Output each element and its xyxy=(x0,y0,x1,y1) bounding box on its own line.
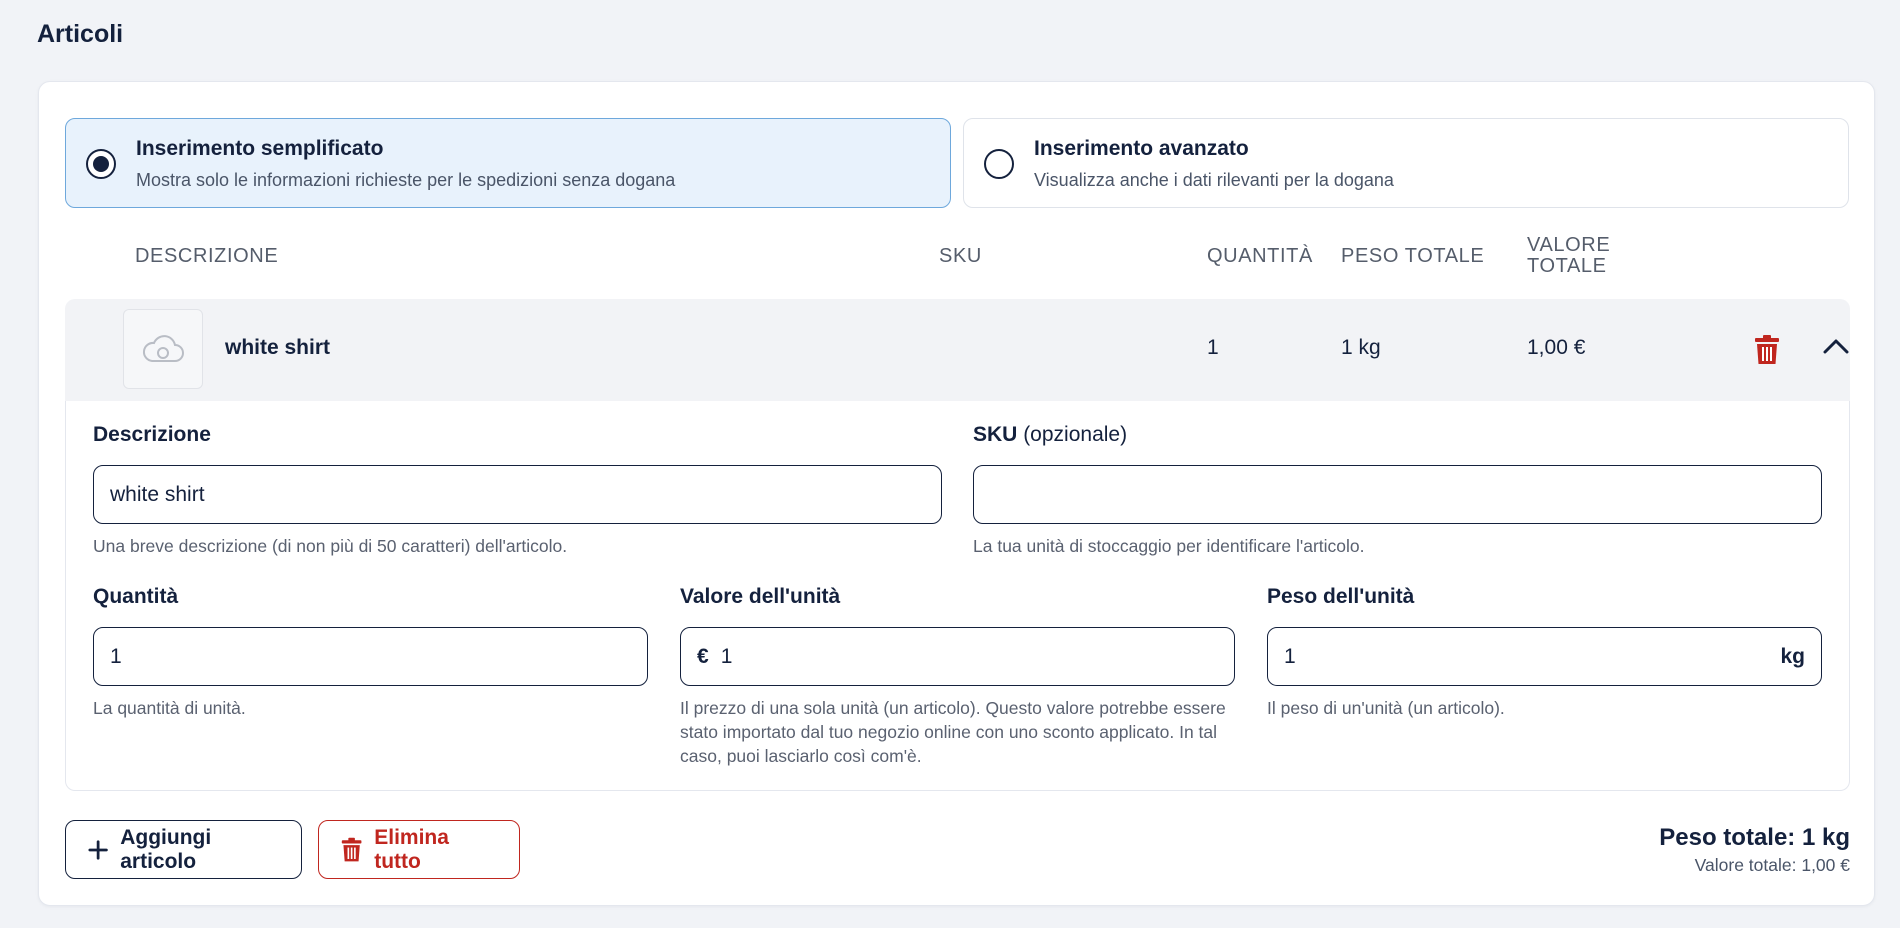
delete-all-label: Elimina tutto xyxy=(374,825,449,873)
quantity-label: Quantità xyxy=(93,585,179,608)
sku-label: SKU (opzionale) xyxy=(973,423,1127,447)
column-header-total-weight: PESO TOTALE xyxy=(1341,245,1485,267)
sku-label-optional: (opzionale) xyxy=(1023,423,1128,446)
euro-prefix: € xyxy=(697,644,709,668)
collapse-item-button[interactable] xyxy=(1823,337,1849,360)
unit-value-input-value: 1 xyxy=(720,644,733,668)
mode-option-simple[interactable]: Inserimento semplificato Mostra solo le … xyxy=(65,118,951,208)
sku-input[interactable] xyxy=(973,465,1822,524)
item-total-value: 1,00 € xyxy=(1527,336,1586,359)
unit-weight-label: Peso dell'unità xyxy=(1267,585,1415,608)
item-quantity: 1 xyxy=(1207,336,1219,359)
radio-simple[interactable] xyxy=(86,149,116,179)
description-label: Descrizione xyxy=(93,423,211,446)
kg-suffix: kg xyxy=(1780,644,1805,668)
unit-weight-help: Il peso di un'unità (un articolo). xyxy=(1267,698,1505,718)
item-row[interactable]: white shirt 1 1 kg 1,00 € xyxy=(65,299,1850,401)
page-title: Articoli xyxy=(37,20,124,48)
mode-simple-description: Mostra solo le informazioni richieste pe… xyxy=(136,170,676,190)
description-input-value: white shirt xyxy=(110,482,205,506)
column-header-quantity: QUANTITÀ xyxy=(1207,245,1313,267)
mode-advanced-title: Inserimento avanzato xyxy=(1034,137,1249,160)
trash-icon xyxy=(341,837,362,861)
articles-card: Inserimento semplificato Mostra solo le … xyxy=(38,81,1875,906)
description-input[interactable]: white shirt xyxy=(93,465,942,524)
unit-value-label: Valore dell'unità xyxy=(680,585,841,608)
add-article-label: Aggiungi articolo xyxy=(120,825,212,873)
description-help: Una breve descrizione (di non più di 50 … xyxy=(93,536,568,556)
delete-all-button[interactable]: Elimina tutto xyxy=(318,820,520,879)
sku-label-text: SKU xyxy=(973,423,1018,446)
mode-option-advanced[interactable]: Inserimento avanzato Visualizza anche i … xyxy=(963,118,1849,208)
plus-icon xyxy=(88,839,108,860)
unit-value-input[interactable]: € 1 xyxy=(680,627,1235,686)
column-header-total-value-line2: TOTALE xyxy=(1527,255,1607,277)
total-weight: Peso totale: 1 kg xyxy=(1659,824,1850,851)
delete-item-button[interactable] xyxy=(1754,335,1780,370)
item-name: white shirt xyxy=(225,336,331,359)
quantity-help: La quantità di unità. xyxy=(93,698,246,718)
quantity-input-value: 1 xyxy=(110,644,122,668)
item-thumbnail xyxy=(123,309,203,389)
quantity-input[interactable]: 1 xyxy=(93,627,648,686)
total-value: Valore totale: 1,00 € xyxy=(1694,855,1850,875)
radio-advanced[interactable] xyxy=(984,149,1014,179)
add-article-button[interactable]: Aggiungi articolo xyxy=(65,820,302,879)
unit-weight-input[interactable]: 1 kg xyxy=(1267,627,1822,686)
column-header-total-value: VALORE TOTALE xyxy=(1527,235,1610,277)
trash-icon xyxy=(1755,335,1779,364)
mode-simple-title: Inserimento semplificato xyxy=(136,137,384,160)
column-header-sku: SKU xyxy=(939,245,982,267)
unit-weight-input-value: 1 xyxy=(1284,644,1296,668)
item-detail-form: Descrizione white shirt Una breve descri… xyxy=(65,401,1850,791)
chevron-up-icon xyxy=(1823,339,1849,354)
mode-advanced-description: Visualizza anche i dati rilevanti per la… xyxy=(1034,170,1394,190)
cloud-image-placeholder-icon xyxy=(143,335,184,362)
sku-help: La tua unità di stoccaggio per identific… xyxy=(973,536,1365,556)
item-total-weight: 1 kg xyxy=(1341,336,1381,359)
unit-value-help: Il prezzo di una sola unità (un articolo… xyxy=(680,698,1226,766)
column-header-description: DESCRIZIONE xyxy=(135,245,279,267)
column-header-total-value-line1: VALORE xyxy=(1527,234,1611,256)
